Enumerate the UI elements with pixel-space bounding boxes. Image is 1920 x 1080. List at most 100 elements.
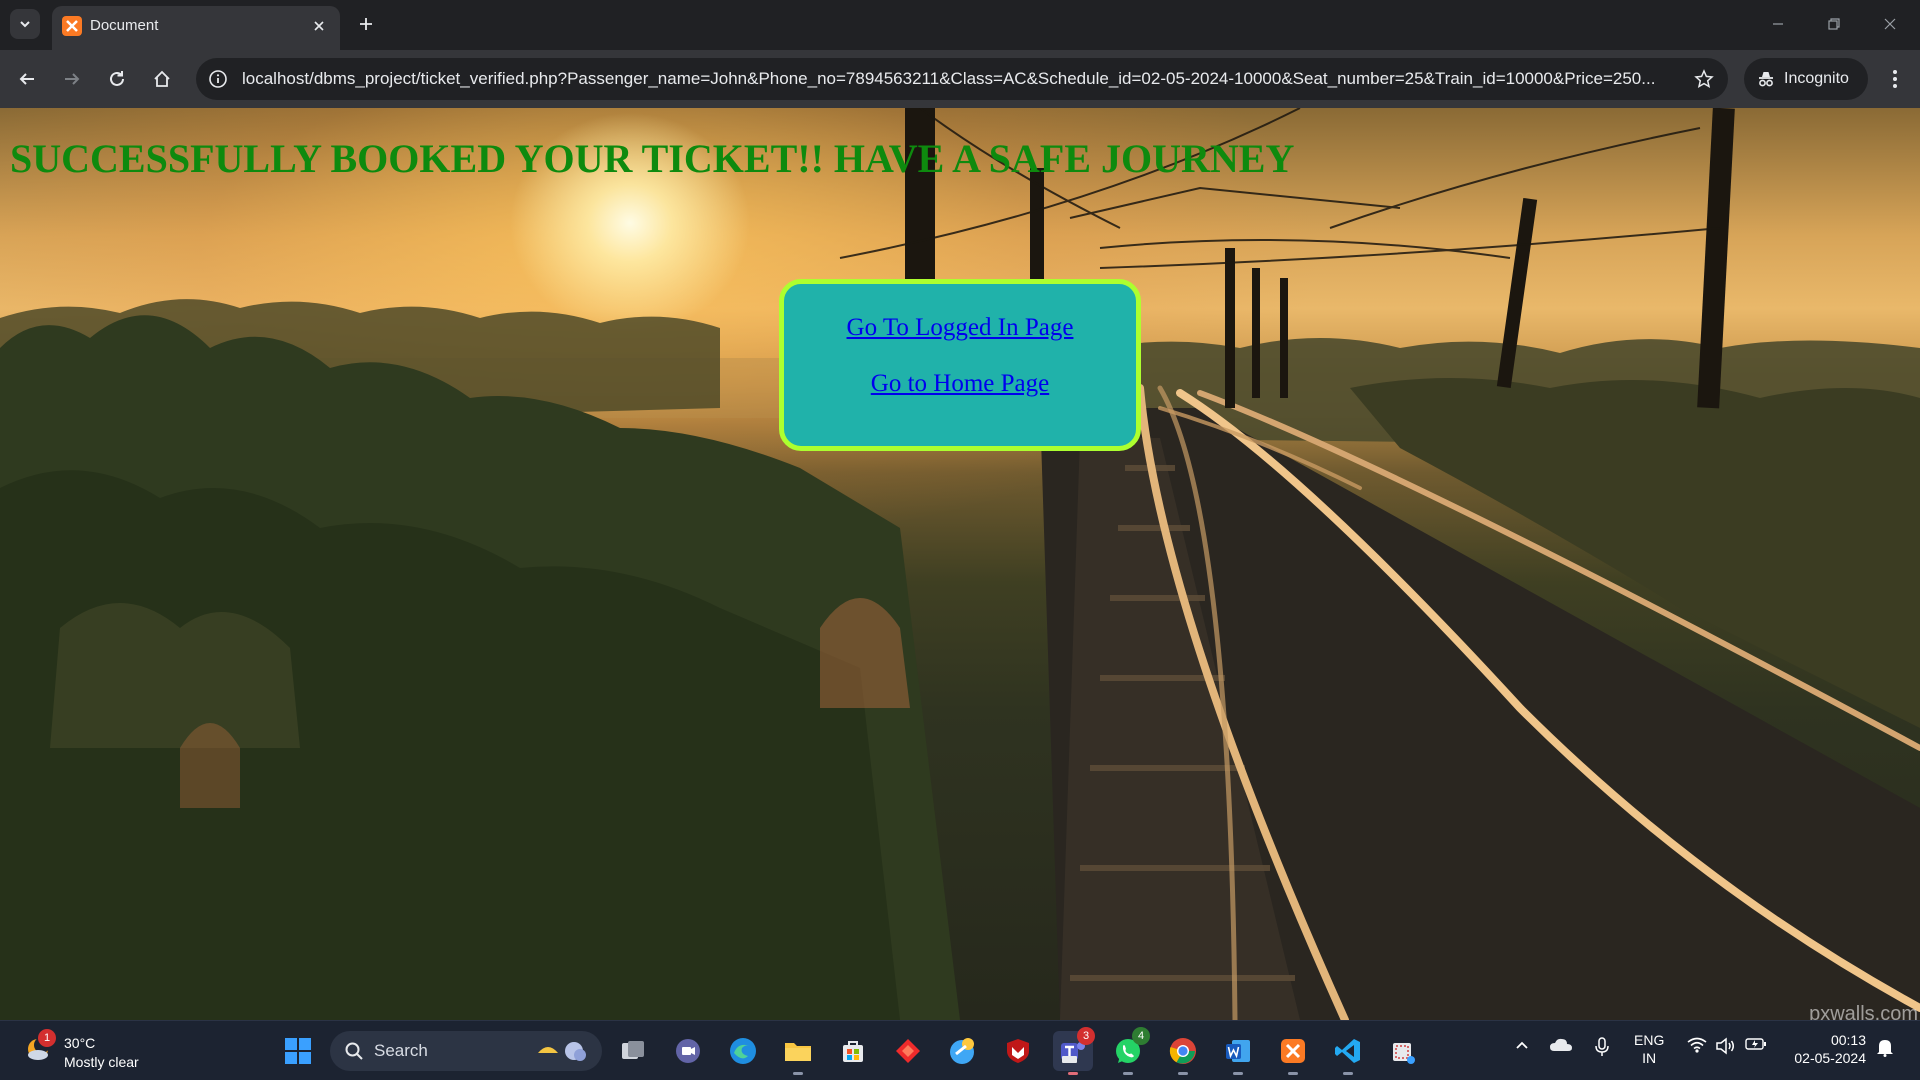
microsoft-store-button[interactable] [833,1031,873,1071]
blue-app-button[interactable] [943,1031,983,1071]
task-view-icon [622,1041,644,1059]
wifi-icon [1687,1037,1707,1053]
close-icon [1884,18,1896,30]
region-code: IN [1642,1050,1657,1066]
teams-notification-badge: 3 [1077,1027,1095,1045]
back-button[interactable] [12,64,42,94]
running-indicator [1178,1072,1188,1075]
running-indicator [793,1072,803,1075]
search-icon [345,1042,363,1060]
site-info-button[interactable] [206,67,230,91]
incognito-icon [1759,72,1773,87]
running-indicator [1123,1072,1133,1075]
wifi-button[interactable] [1686,1037,1708,1053]
restore-button[interactable] [1814,10,1854,38]
weather-description: Mostly clear [64,1054,139,1070]
plus-icon [360,18,372,30]
file-explorer-button[interactable] [778,1031,818,1075]
tab-search-button[interactable] [10,9,40,39]
running-indicator [1233,1072,1243,1075]
reload-button[interactable] [102,64,132,94]
url-host: localhost [242,69,310,88]
start-button[interactable] [278,1031,318,1071]
cloud-icon [1550,1038,1572,1051]
vscode-icon [1335,1039,1360,1063]
page-viewport: SUCCESSFULLY BOOKED YOUR TICKET!! HAVE A… [0,108,1920,1020]
snipping-tool-button[interactable] [1383,1031,1423,1071]
whatsapp-button[interactable]: 4 [1108,1027,1150,1075]
tab-close-button[interactable] [308,15,330,37]
onedrive-button[interactable] [1548,1037,1574,1053]
arrow-right-icon [65,73,80,85]
word-icon [1226,1040,1250,1062]
windows-logo-icon [285,1038,311,1064]
bell-icon [1877,1040,1893,1057]
browser-tab[interactable]: Document [52,6,340,50]
microphone-button[interactable] [1592,1037,1612,1057]
arrow-left-icon [19,73,34,85]
browser-menu-button[interactable] [1880,64,1910,94]
vscode-button[interactable] [1328,1031,1368,1075]
more-vertical-icon [1893,70,1897,88]
battery-charging-icon [1745,1038,1766,1050]
url-text[interactable]: localhost/dbms_project/ticket_verified.p… [242,69,1672,89]
chevron-down-icon [20,21,30,28]
navigation-link-box: Go To Logged In Page Go to Home Page [779,279,1141,451]
snipping-tool-icon [1393,1043,1415,1064]
running-indicator [1068,1072,1078,1075]
tab-title: Document [90,17,159,34]
home-icon [154,70,170,87]
home-button[interactable] [147,64,177,94]
whatsapp-notification-badge: 4 [1132,1027,1150,1045]
close-window-button[interactable] [1870,10,1910,38]
store-bag-icon [843,1041,863,1062]
teams-button[interactable]: 3 [1053,1027,1095,1075]
incognito-label: Incognito [1784,70,1849,87]
bookmark-button[interactable] [1692,67,1716,91]
new-tab-button[interactable] [352,10,380,38]
search-highlight-icon [538,1042,586,1061]
mcafee-button[interactable] [998,1031,1038,1071]
taskbar-search-box[interactable]: Search [330,1031,602,1071]
weather-widget[interactable]: 1 30°C Mostly clear [20,1029,180,1073]
word-button[interactable] [1218,1031,1258,1075]
image-watermark: pxwalls.com [1809,1003,1918,1020]
minimize-button[interactable] [1758,10,1798,38]
task-view-button[interactable] [613,1031,653,1071]
speaker-icon [1716,1037,1734,1055]
video-call-icon [676,1039,700,1063]
red-diamond-app-button[interactable] [888,1031,928,1071]
xampp-favicon-icon [62,16,82,36]
edge-browser-button[interactable] [723,1031,763,1071]
address-bar[interactable]: localhost/dbms_project/ticket_verified.p… [196,58,1728,100]
teams-meet-app-button[interactable] [668,1031,708,1071]
xampp-button[interactable] [1273,1031,1313,1075]
running-indicator [1343,1072,1353,1075]
volume-button[interactable] [1714,1037,1736,1055]
language-indicator[interactable]: ENG IN [1634,1031,1664,1067]
url-path: /dbms_project/ticket_verified.php?Passen… [309,69,1656,88]
chrome-button[interactable] [1163,1031,1203,1075]
notifications-button[interactable] [1874,1037,1896,1057]
chevron-up-icon [1516,1041,1528,1049]
windows-taskbar: 1 30°C Mostly clear Search 3 4 ENG IN 00… [0,1020,1920,1080]
diamond-app-icon [896,1039,920,1063]
xampp-icon [1281,1039,1305,1063]
go-to-home-page-link[interactable]: Go to Home Page [784,370,1136,398]
forward-button[interactable] [57,64,87,94]
railway-sunset-background-image [0,108,1920,1020]
restore-icon [1828,18,1840,30]
system-clock[interactable]: 00:13 02-05-2024 [1782,1031,1866,1067]
incognito-indicator[interactable]: Incognito [1744,58,1868,100]
info-icon [209,70,227,88]
weather-badge: 1 [38,1029,56,1047]
battery-button[interactable] [1744,1037,1768,1051]
show-hidden-icons-button[interactable] [1512,1037,1532,1053]
weather-temperature: 30°C [64,1035,96,1051]
go-to-logged-in-page-link[interactable]: Go To Logged In Page [784,314,1136,342]
clock-time: 00:13 [1830,1032,1866,1048]
browser-toolbar: localhost/dbms_project/ticket_verified.p… [0,50,1920,108]
booking-success-headline: SUCCESSFULLY BOOKED YOUR TICKET!! HAVE A… [10,136,1295,181]
search-label: Search [374,1041,428,1060]
browser-tabstrip: Document [0,0,1920,50]
